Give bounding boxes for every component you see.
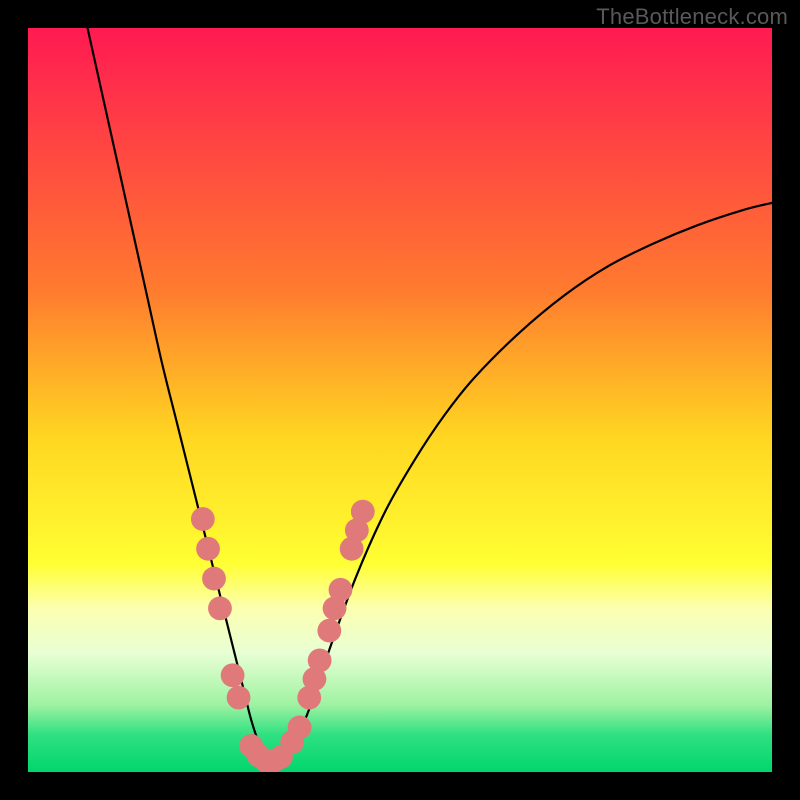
- chart-frame: TheBottleneck.com: [0, 0, 800, 800]
- gradient-background: [28, 28, 772, 772]
- marker-dot: [351, 500, 375, 524]
- marker-dot: [308, 649, 332, 673]
- watermark-text: TheBottleneck.com: [596, 4, 788, 30]
- marker-dot: [288, 715, 312, 739]
- marker-dot: [208, 596, 232, 620]
- chart-svg: [28, 28, 772, 772]
- marker-dot: [221, 663, 245, 687]
- marker-dot: [317, 619, 341, 643]
- marker-dot: [227, 686, 251, 710]
- marker-dot: [196, 537, 220, 561]
- marker-dot: [191, 507, 215, 531]
- marker-dot: [329, 578, 353, 602]
- marker-dot: [202, 567, 226, 591]
- plot-area: [28, 28, 772, 772]
